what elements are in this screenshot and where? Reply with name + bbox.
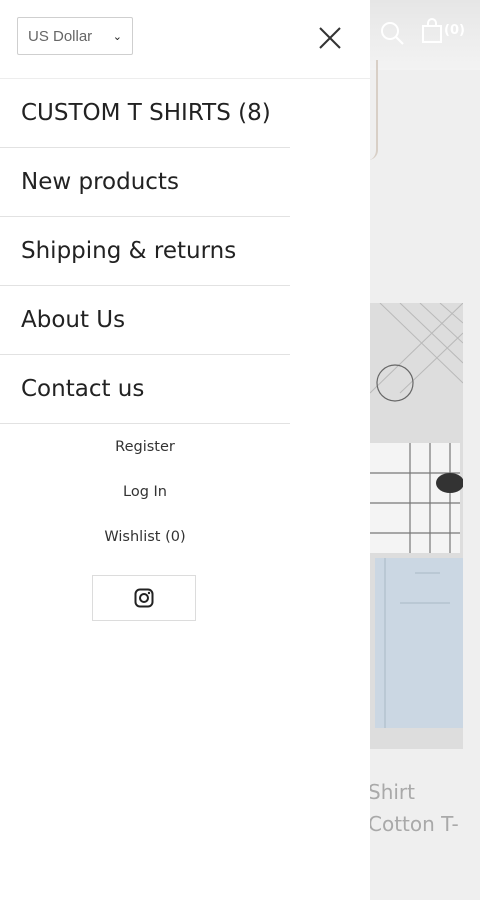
register-link[interactable]: Register (0, 436, 290, 481)
wishlist-link[interactable]: Wishlist (0) (0, 526, 290, 571)
login-link[interactable]: Log In (0, 481, 290, 526)
instagram-button[interactable] (92, 575, 196, 621)
instagram-icon (134, 588, 154, 608)
shopping-bag-icon[interactable] (421, 18, 443, 44)
drawer-menu: CUSTOM T SHIRTS (8) New products Shippin… (0, 79, 290, 424)
background-product-title-line1: Shirt (368, 780, 415, 804)
menu-item-new-products[interactable]: New products (0, 148, 290, 217)
background-product-image (370, 303, 463, 749)
close-icon[interactable] (316, 24, 344, 52)
menu-item-contact-us[interactable]: Contact us (0, 355, 290, 424)
currency-select[interactable]: US Dollar ⌄ (17, 17, 133, 55)
background-product-title-line2: Cotton T- (368, 812, 459, 836)
menu-item-shipping-returns[interactable]: Shipping & returns (0, 217, 290, 286)
chevron-down-icon: ⌄ (112, 30, 122, 43)
menu-item-about-us[interactable]: About Us (0, 286, 290, 355)
navigation-drawer: US Dollar ⌄ CUSTOM T SHIRTS (8) New prod… (0, 0, 370, 900)
menu-item-custom-t-shirts[interactable]: CUSTOM T SHIRTS (8) (0, 79, 290, 148)
cart-count: (0) (444, 23, 465, 38)
account-links: Register Log In Wishlist (0) (0, 436, 290, 571)
drawer-header: US Dollar ⌄ (0, 0, 370, 79)
currency-select-value: US Dollar (28, 27, 93, 45)
search-icon[interactable] (379, 20, 405, 46)
